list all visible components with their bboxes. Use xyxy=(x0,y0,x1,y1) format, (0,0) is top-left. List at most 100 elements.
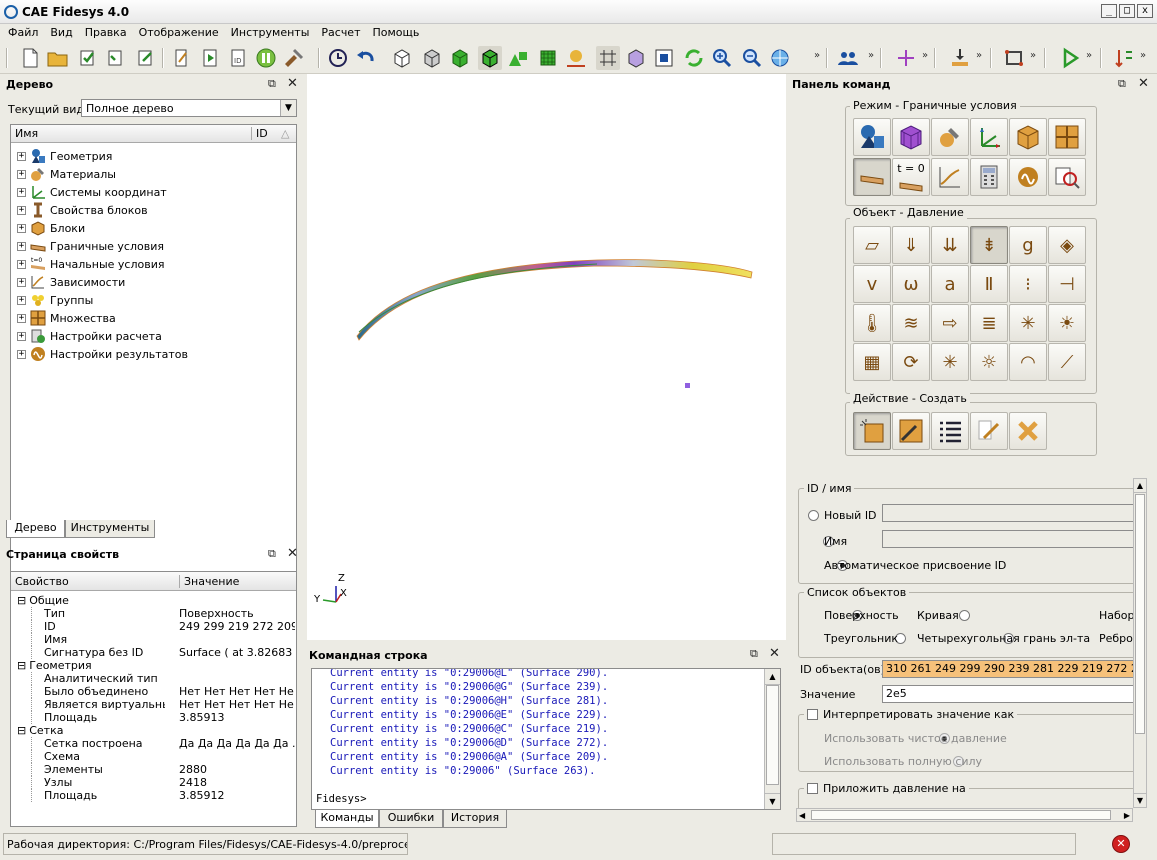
property-name[interactable]: Сетка построена xyxy=(31,737,165,750)
velocity-icon[interactable]: v xyxy=(853,265,891,303)
column-load-icon[interactable]: Ⅱ xyxy=(970,265,1008,303)
new-file-icon[interactable] xyxy=(18,46,42,70)
pause-icon[interactable] xyxy=(254,46,278,70)
property-name[interactable]: Площадь xyxy=(31,789,165,802)
curve-radio[interactable] xyxy=(959,610,970,621)
close-window-button[interactable]: x xyxy=(1137,4,1153,18)
property-name[interactable]: ⊟ Геометрия xyxy=(17,659,167,672)
toolbar-overflow-chevron-icon[interactable]: » xyxy=(814,50,820,61)
mesh-mode-icon[interactable] xyxy=(892,118,930,156)
menu-file[interactable]: Файл xyxy=(2,24,44,42)
minimize-button[interactable]: _ xyxy=(1101,4,1117,18)
expand-icon[interactable]: + xyxy=(17,223,26,233)
import-icon[interactable] xyxy=(104,46,128,70)
float-panel-icon[interactable]: ⧉ xyxy=(268,77,276,91)
name-input[interactable] xyxy=(882,530,1142,548)
id-script-icon[interactable]: ID xyxy=(226,46,250,70)
modify-action-icon[interactable] xyxy=(892,412,930,450)
view-grid-icon[interactable] xyxy=(596,46,620,70)
view-hidden-icon[interactable] xyxy=(420,46,444,70)
collapse-icon[interactable]: ⊟ xyxy=(17,724,26,737)
export-icon[interactable] xyxy=(134,46,158,70)
acceleration-icon[interactable]: a xyxy=(931,265,969,303)
rotation-icon[interactable]: ⟳ xyxy=(892,343,930,381)
console-output[interactable]: Current entity is "0:29006@L" (Surface 2… xyxy=(311,668,781,810)
chevron-down-icon[interactable]: ▼ xyxy=(280,100,296,116)
float-panel-icon[interactable]: ⧉ xyxy=(1118,77,1126,91)
menu-view[interactable]: Вид xyxy=(44,24,78,42)
scroll-thumb[interactable] xyxy=(766,685,779,785)
float-panel-icon[interactable]: ⧉ xyxy=(268,547,276,561)
distributed-load-icon[interactable]: ⇊ xyxy=(931,226,969,264)
menu-edit[interactable]: Правка xyxy=(79,24,133,42)
scroll-down-icon[interactable]: ▼ xyxy=(765,793,780,809)
menu-display[interactable]: Отображение xyxy=(133,24,225,42)
view-wireframe-icon[interactable] xyxy=(390,46,414,70)
fit-view-icon[interactable] xyxy=(768,46,792,70)
sort-icon[interactable] xyxy=(1112,46,1136,70)
toolbar-overflow-chevron-icon[interactable]: » xyxy=(1030,50,1036,61)
pressure-icon[interactable]: ▱ xyxy=(853,226,891,264)
expand-icon[interactable]: + xyxy=(17,187,26,197)
boundary-conditions-mode-icon[interactable] xyxy=(853,158,891,196)
value-input[interactable]: 2e5 xyxy=(882,685,1143,703)
coordinate-mode-icon[interactable] xyxy=(970,118,1008,156)
property-name[interactable]: Площадь xyxy=(31,711,165,724)
refresh-icon[interactable] xyxy=(682,46,706,70)
shell-icon[interactable]: ◠ xyxy=(1009,343,1047,381)
menu-tools[interactable]: Инструменты xyxy=(225,24,316,42)
property-name[interactable]: Является виртуальным xyxy=(31,698,165,711)
property-name[interactable]: Схема xyxy=(31,750,165,763)
toolbar-overflow-chevron-icon[interactable]: » xyxy=(922,50,928,61)
float-panel-icon[interactable]: ⧉ xyxy=(750,647,758,661)
property-name[interactable]: ID xyxy=(31,620,165,633)
property-name[interactable]: Имя xyxy=(31,633,165,646)
tree-item-boundary-conditions[interactable]: + Граничные условия xyxy=(17,237,164,255)
angular-velocity-icon[interactable]: ω xyxy=(892,265,930,303)
toolbar-overflow-chevron-icon[interactable]: » xyxy=(868,50,874,61)
expand-icon[interactable]: + xyxy=(17,205,26,215)
material-mode-icon[interactable] xyxy=(931,118,969,156)
bulb-icon[interactable]: ☼ xyxy=(970,343,1008,381)
geometry-mode-icon[interactable] xyxy=(853,118,891,156)
property-name[interactable]: ⊟ Сетка xyxy=(17,724,167,737)
view-select[interactable]: Полное дерево ▼ xyxy=(81,99,297,117)
point-force-icon[interactable]: ⁝ xyxy=(1009,265,1047,303)
tree-item-results-settings[interactable]: + Настройки результатов xyxy=(17,345,188,363)
object-ids-input[interactable]: 310 261 249 299 290 239 281 229 219 272 … xyxy=(882,660,1143,678)
tab-errors[interactable]: Ошибки xyxy=(379,810,443,828)
interpret-checkbox[interactable] xyxy=(807,709,818,720)
tree-item-analysis-settings[interactable]: + Настройки расчета xyxy=(17,327,162,345)
scroll-down-icon[interactable]: ▼ xyxy=(1134,793,1146,807)
contact-icon[interactable]: ⊣ xyxy=(1048,265,1086,303)
script-edit-icon[interactable] xyxy=(170,46,194,70)
prop-col-value[interactable]: Значение xyxy=(179,574,239,588)
tree-col-name[interactable]: Имя xyxy=(15,127,251,140)
moment-icon[interactable]: ▦ xyxy=(853,343,891,381)
new-id-input[interactable] xyxy=(882,504,1142,522)
tree-item-geometry[interactable]: + Геометрия xyxy=(17,147,112,165)
load-icon[interactable] xyxy=(948,46,972,70)
view-shapes-icon[interactable] xyxy=(506,46,530,70)
toolbar-overflow-chevron-icon[interactable]: » xyxy=(1140,50,1146,61)
view-shaded-icon[interactable] xyxy=(448,46,472,70)
tab-tree[interactable]: Дерево xyxy=(6,520,65,538)
results-mode-icon[interactable] xyxy=(1009,158,1047,196)
calculator-mode-icon[interactable] xyxy=(970,158,1008,196)
view-transparent-icon[interactable] xyxy=(624,46,648,70)
scroll-up-icon[interactable]: ▲ xyxy=(765,669,780,685)
undo-icon[interactable] xyxy=(354,46,378,70)
close-panel-icon[interactable]: ✕ xyxy=(1138,76,1149,91)
tools-icon[interactable] xyxy=(282,46,306,70)
form-scroll-thumb[interactable] xyxy=(1135,494,1145,734)
expand-icon[interactable]: + xyxy=(17,313,26,323)
maximize-button[interactable]: □ xyxy=(1119,4,1135,18)
edit-action-icon[interactable] xyxy=(970,412,1008,450)
tree-item-coordinate-systems[interactable]: + Системы координат xyxy=(17,183,167,201)
expand-icon[interactable]: + xyxy=(17,169,26,179)
initial-conditions-mode-icon[interactable]: t = 0 xyxy=(892,158,930,196)
list-action-icon[interactable] xyxy=(931,412,969,450)
tree-item-initial-conditions[interactable]: + t=0 Начальные условия xyxy=(17,255,164,273)
stop-icon[interactable]: ✕ xyxy=(1112,835,1130,853)
force-icon[interactable]: ⇓ xyxy=(892,226,930,264)
